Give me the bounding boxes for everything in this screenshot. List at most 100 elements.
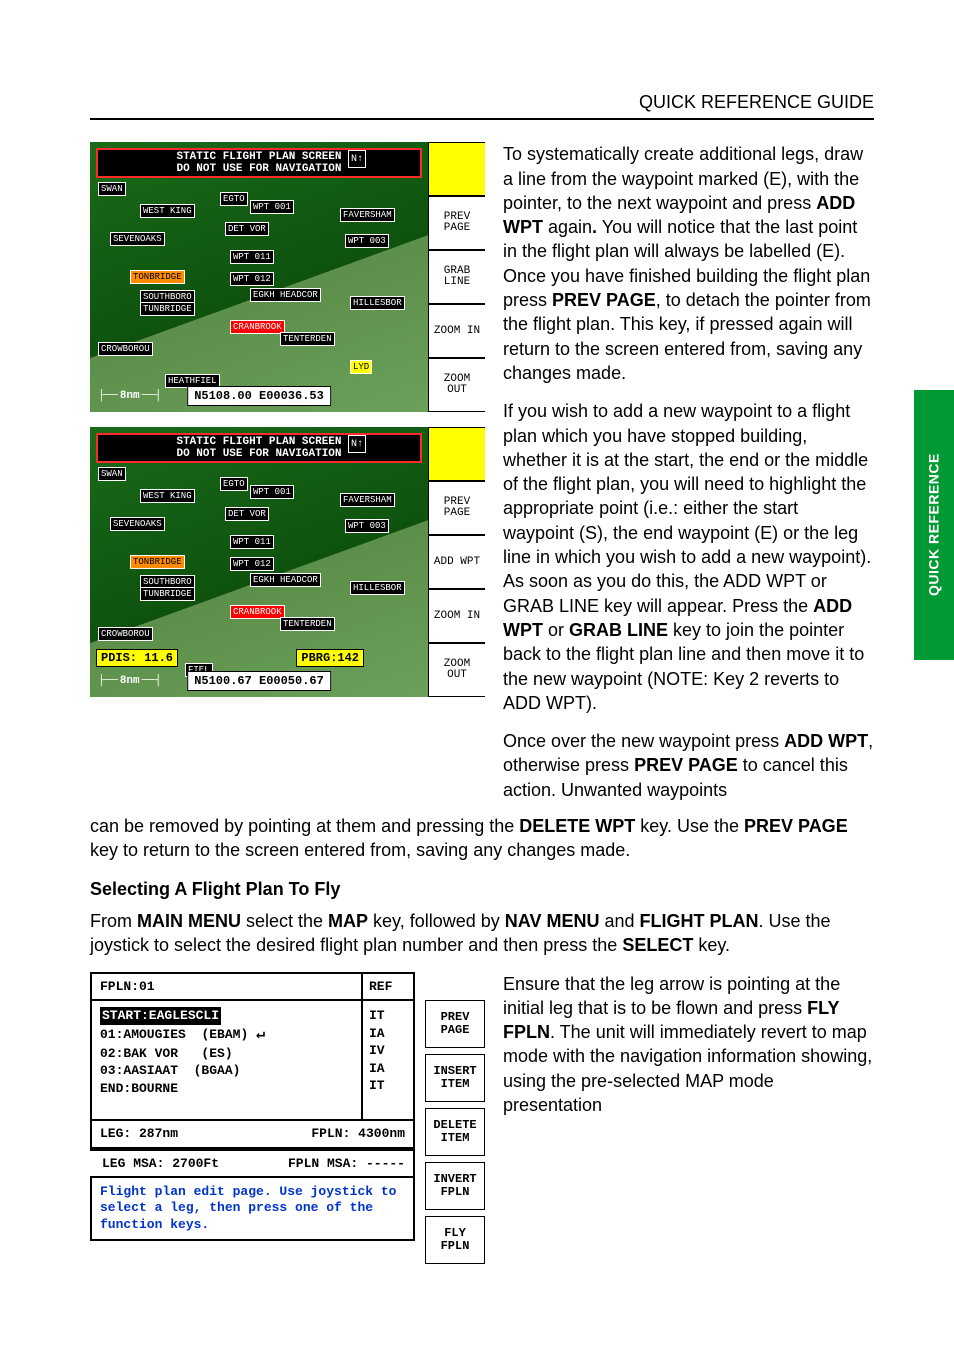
bottom-right-text: Ensure that the leg arrow is pointing at… [503,972,874,1132]
map2-label-wpt011: WPT 011 [230,535,274,549]
coord-box-1: N5108.00 E00036.53 [187,386,331,406]
paragraph-grab-line: If you wish to add a new waypoint to a f… [503,399,874,715]
p4d: MAP [328,911,368,931]
top-layout: STATIC FLIGHT PLAN SCREEN DO NOT USE FOR… [90,142,874,802]
fpln-msa-row: LEG MSA: 2700Ft FPLN MSA: ----- [90,1149,413,1179]
fpln-ref-2: IA [369,1060,407,1078]
heading-selecting-flight-plan: Selecting A Flight Plan To Fly [90,877,874,901]
map-label-westking: WEST KING [140,204,195,218]
fpln-ref-end: IT [369,1077,407,1095]
banner-line2: DO NOT USE FOR NAVIGATION [100,163,418,175]
leg-arrow-icon: ↵ [256,1026,265,1043]
fpln-row-0[interactable]: 01:AMOUGIES (EBAM) ↵ [100,1025,353,1045]
p4f: NAV MENU [505,911,600,931]
p3b: ADD WPT [784,731,868,751]
softkey-2-zoom-out[interactable]: ZOOM OUT [428,643,485,697]
map-label-wpt011: WPT 011 [230,250,274,264]
p1f: PREV PAGE [552,290,656,310]
fpln-items: START:EAGLESCLI 01:AMOUGIES (EBAM) ↵ 02:… [92,1001,363,1119]
banner2-line1: STATIC FLIGHT PLAN SCREEN [100,436,418,448]
map2-label-sevenoaks: SEVENOAKS [110,517,165,531]
fpln-refs: IT IA IV IA IT [363,1001,413,1119]
north-arrow-icon: N↑ [348,150,366,168]
map-label-wpt001: WPT 001 [250,200,294,214]
softkey-1-0[interactable] [428,142,485,196]
softkey-2-zoom-in[interactable]: ZOOM IN [428,589,485,643]
softkey-1-zoom-in[interactable]: ZOOM IN [428,304,485,358]
bottom-layout: FPLN:01 REF START:EAGLESCLI 01:AMOUGIES … [90,972,874,1270]
fpln-start-item[interactable]: START:EAGLESCLI [100,1007,221,1025]
fpln-list: START:EAGLESCLI 01:AMOUGIES (EBAM) ↵ 02:… [92,1001,413,1121]
map2-label-westking: WEST KING [140,489,195,503]
p5c: . The unit will immediately revert to ma… [503,1022,872,1115]
fpln-ref-1: IV [369,1042,407,1060]
scale-bar-2: 8nm [98,674,161,689]
fpln-row1-code: (ES) [201,1046,232,1061]
fpln-row-1[interactable]: 02:BAK VOR (ES) [100,1045,353,1063]
p3a: Once over the new waypoint press [503,731,784,751]
softkey-1-zoom-out[interactable]: ZOOM OUT [428,358,485,412]
map2-label-detvor: DET VOR [225,507,269,521]
p1c: again [543,217,592,237]
north-arrow-icon-2: N↑ [348,435,366,453]
p2d: GRAB LINE [569,620,668,640]
p4k: key. [693,935,730,955]
fpln-hint-text: Flight plan edit page. Use joystick to s… [92,1178,413,1239]
p5a: Ensure that the leg arrow is pointing at… [503,974,840,1018]
softkey-1-grab-line[interactable]: GRAB LINE [428,250,485,304]
fpln-end-item[interactable]: END:BOURNE [100,1080,353,1098]
fpln-row-2[interactable]: 03:AASIAAT (BGAA) [100,1062,353,1080]
map2-label-cranbrook: CRANBROOK [230,605,285,619]
map2-label-wpt012: WPT 012 [230,557,274,571]
pbrg-readout: PBRG:142 [296,649,364,667]
fpln-main-panel: FPLN:01 REF START:EAGLESCLI 01:AMOUGIES … [90,972,415,1241]
p3g: DELETE WPT [519,816,635,836]
fpln-row2-code: (BGAA) [194,1063,241,1078]
fpln-leg-row: LEG: 287nm FPLN: 4300nm [92,1121,413,1149]
banner-line1: STATIC FLIGHT PLAN SCREEN [100,151,418,163]
p4a: From [90,911,137,931]
p4e: key, followed by [368,911,505,931]
map-label-detvor: DET VOR [225,222,269,236]
fpln-total-dist: FPLN: 4300nm [311,1125,405,1143]
map2-label-wpt003: WPT 003 [345,519,389,533]
softkeys-2: PREV PAGE ADD WPT ZOOM IN ZOOM OUT [428,427,485,697]
paragraph-add-wpt: To systematically create additional legs… [503,142,874,385]
map-label-wpt003: WPT 003 [345,234,389,248]
fpln-softkey-delete-item[interactable]: DELETE ITEM [425,1108,485,1156]
fpln-softkey-prev-page[interactable]: PREV PAGE [425,1000,485,1048]
map2-label-tenterden: TENTERDEN [280,617,335,631]
fpln-total-msa: FPLN MSA: ----- [288,1155,405,1173]
p3f: can be removed by pointing at them and p… [90,816,519,836]
fpln-softkey-invert-fpln[interactable]: INVERT FPLN [425,1162,485,1210]
p2c: or [543,620,569,640]
map-label-cranbrook: CRANBROOK [230,320,285,334]
map-banner-1: STATIC FLIGHT PLAN SCREEN DO NOT USE FOR… [96,148,422,178]
pdis-readout: PDIS: 11.6 [96,649,178,667]
map-label-tenterden: TENTERDEN [280,332,335,346]
fpln-header-row: FPLN:01 REF [92,974,413,1002]
map2-label-swan: SWAN [98,467,126,481]
fpln-softkeys: PREV PAGE INSERT ITEM DELETE ITEM INVERT… [425,972,485,1270]
map2-label-egkh: EGKH HEADCOR [250,573,321,587]
softkeys-1: PREV PAGE GRAB LINE ZOOM IN ZOOM OUT [428,142,485,412]
softkey-2-0[interactable] [428,427,485,481]
fpln-softkey-fly-fpln[interactable]: FLY FPLN [425,1216,485,1264]
map-label-hillesbor: HILLESBOR [350,296,405,310]
softkey-2-prev-page[interactable]: PREV PAGE [428,481,485,535]
map-area-1: STATIC FLIGHT PLAN SCREEN DO NOT USE FOR… [90,142,428,412]
p4g: and [599,911,639,931]
p3j: key to return to the screen entered from… [90,840,630,860]
map2-label-egto: EGTO [220,477,248,491]
fpln-column: FPLN:01 REF START:EAGLESCLI 01:AMOUGIES … [90,972,485,1270]
fpln-title: FPLN:01 [92,974,363,1000]
page-header: QUICK REFERENCE GUIDE [90,90,874,120]
map-banner-2: STATIC FLIGHT PLAN SCREEN DO NOT USE FOR… [96,433,422,463]
fpln-leg-dist: LEG: 287nm [100,1125,178,1143]
softkey-1-prev-page[interactable]: PREV PAGE [428,196,485,250]
map-label-egkh: EGKH HEADCOR [250,288,321,302]
map-label-lyd: LYD [350,360,372,374]
softkey-2-add-wpt[interactable]: ADD WPT [428,535,485,589]
coord-box-2: N5100.67 E00050.67 [187,671,331,691]
fpln-softkey-insert-item[interactable]: INSERT ITEM [425,1054,485,1102]
